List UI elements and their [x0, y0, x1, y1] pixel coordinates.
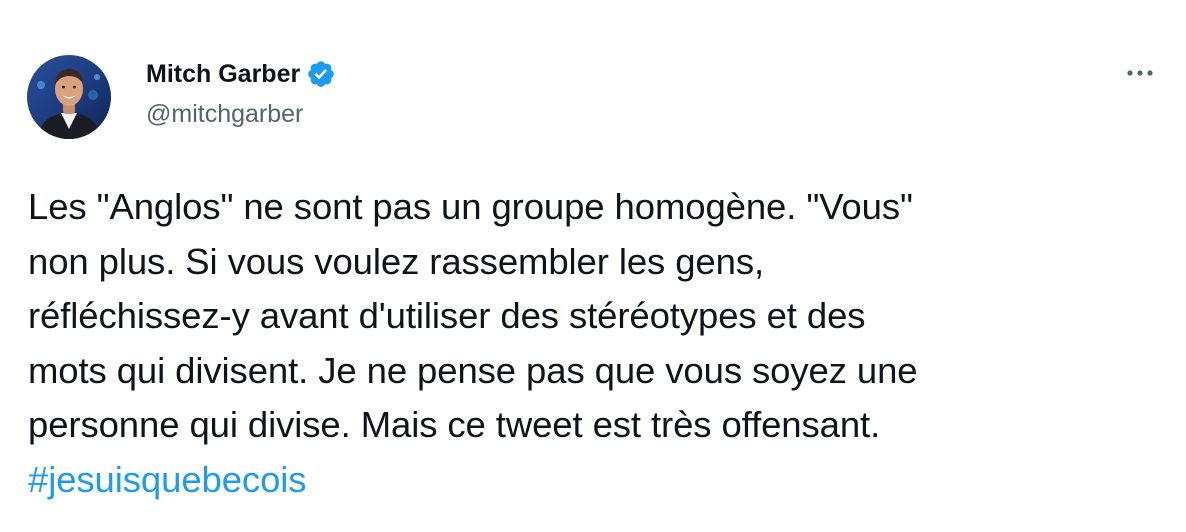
tweet-text-line: personne qui divise. Mais ce tweet est t…	[28, 404, 881, 445]
tweet-text: Les "Anglos" ne sont pas un groupe homog…	[28, 180, 1168, 507]
tweet-text-line: réfléchissez-y avant d'utiliser des stér…	[28, 295, 866, 336]
hashtag-link[interactable]: #jesuisquebecois	[28, 453, 1168, 508]
verified-badge-icon	[306, 59, 336, 89]
more-options-icon[interactable]	[1122, 55, 1158, 91]
tweet-text-line: mots qui divisent. Je ne pense pas que v…	[28, 349, 918, 391]
tweet-text-line: non plus. Si vous voulez rassembler les …	[28, 240, 765, 282]
avatar-photo-icon	[27, 55, 111, 139]
tweet-text-line: Les "Anglos" ne sont pas un groupe homog…	[28, 186, 913, 227]
avatar[interactable]	[27, 55, 111, 139]
tweet: Mitch Garber @mitchgarber Les "Anglos" n…	[0, 0, 1186, 532]
user-handle[interactable]: @mitchgarber	[146, 98, 336, 130]
name-row: Mitch Garber	[146, 58, 336, 90]
display-name[interactable]: Mitch Garber	[146, 58, 300, 90]
author-block: Mitch Garber @mitchgarber	[146, 58, 336, 130]
